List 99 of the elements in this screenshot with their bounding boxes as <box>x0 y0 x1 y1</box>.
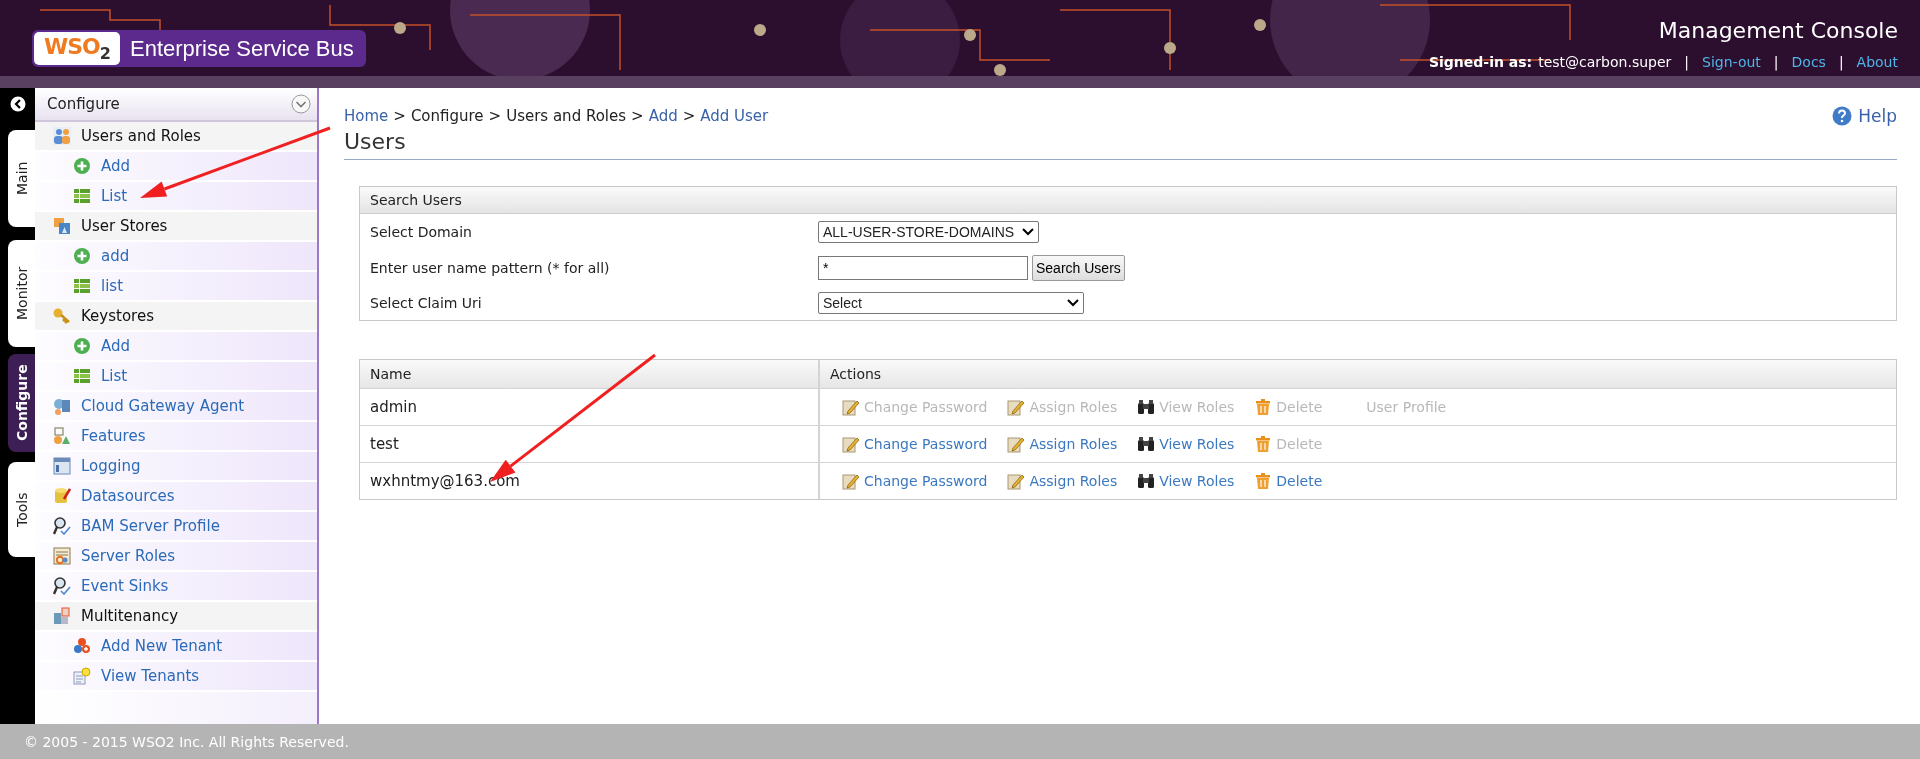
field-label: Enter user name pattern (* for all) <box>370 260 611 276</box>
column-header: Actions <box>829 365 883 384</box>
link-separator: | <box>1773 54 1779 70</box>
breadcrumb-link[interactable]: Add <box>648 107 678 125</box>
panel-title: Search Users <box>360 187 1896 214</box>
menu-item[interactable]: Event Sinks <box>35 572 317 602</box>
magnifier-icon <box>53 577 71 595</box>
menu-item[interactable]: View Tenants <box>35 662 317 692</box>
breadcrumb-separator: > <box>488 107 502 125</box>
header-link[interactable]: About <box>1856 54 1898 70</box>
help-icon <box>1832 106 1853 126</box>
breadcrumb-separator: > <box>393 107 406 125</box>
list-icon <box>73 187 91 205</box>
list-icon <box>73 367 91 385</box>
menu-heading: Keystores <box>35 302 317 332</box>
pencil-icon <box>842 435 860 453</box>
pencil-icon <box>1007 472 1026 490</box>
pencil-icon <box>842 398 860 416</box>
menu-item[interactable]: List <box>35 362 317 392</box>
document-icon <box>73 667 91 685</box>
menu-item[interactable]: list <box>35 272 317 302</box>
shapes-icon <box>53 427 71 445</box>
search-button[interactable]: Search Users <box>1032 255 1125 281</box>
plus-icon <box>73 157 91 175</box>
collapse-icon <box>10 96 26 112</box>
menu-item[interactable]: Server Roles <box>35 542 317 572</box>
menu-item[interactable]: Cloud Gateway Agent <box>35 392 317 422</box>
menu-title: Configure <box>47 95 120 113</box>
database-icon <box>53 217 71 235</box>
pencil-icon <box>1007 398 1026 416</box>
breadcrumb-link[interactable]: Home <box>344 107 389 125</box>
action-link[interactable]: Assign Roles <box>1029 473 1118 489</box>
trash-icon <box>1254 472 1273 490</box>
action-link[interactable]: Change Password <box>864 436 988 452</box>
header-link[interactable]: Docs <box>1791 54 1826 70</box>
menu-item[interactable]: Add New Tenant <box>35 632 317 662</box>
side-tab[interactable]: Main <box>8 130 35 227</box>
cloud-icon <box>53 397 71 415</box>
action-link[interactable]: View Roles <box>1159 436 1235 452</box>
menu-item[interactable]: Datasources <box>35 482 317 512</box>
menu-item[interactable]: BAM Server Profile <box>35 512 317 542</box>
menu-heading: Multitenancy <box>35 602 317 632</box>
signed-in-label: Signed-in as: <box>1428 54 1533 70</box>
side-tab[interactable]: Tools <box>8 462 35 557</box>
breadcrumb-separator: > <box>682 107 696 125</box>
trash-icon <box>1254 435 1273 453</box>
dropdown[interactable]: ALL-USER-STORE-DOMAINS <box>818 221 1040 243</box>
trash-icon <box>1254 398 1273 416</box>
field-label: Select Domain <box>370 224 473 240</box>
breadcrumb-separator: > <box>631 107 644 125</box>
table-cell: admin <box>360 389 820 425</box>
caret-icon <box>1067 299 1079 307</box>
window-icon <box>53 457 71 475</box>
product-name: Enterprise Service Bus <box>129 35 354 62</box>
binoculars-icon <box>1137 398 1156 416</box>
action-link[interactable]: Delete <box>1276 473 1323 489</box>
side-tab[interactable]: Configure <box>8 354 35 452</box>
dropdown[interactable]: Select <box>818 292 1084 314</box>
chevron-down-icon <box>291 94 311 114</box>
menu-item[interactable]: Add <box>35 332 317 362</box>
input-field[interactable]: * <box>818 256 1028 280</box>
link-separator: | <box>1838 54 1844 70</box>
help-link[interactable]: Help <box>1832 106 1897 126</box>
binoculars-icon <box>1137 472 1156 490</box>
link-separator: | <box>1684 54 1690 70</box>
binoculars-icon <box>1137 435 1156 453</box>
header-link[interactable]: Sign-out <box>1702 54 1761 70</box>
breadcrumb-link[interactable]: Add User <box>700 107 769 125</box>
menu-item[interactable]: List <box>35 182 317 212</box>
menu-item[interactable]: Logging <box>35 452 317 482</box>
magnifier-icon <box>53 517 71 535</box>
key-icon <box>53 307 71 325</box>
breadcrumb-text: Users and Roles <box>506 107 627 125</box>
signed-in-user: test@carbon.super <box>1538 54 1672 70</box>
side-tab[interactable]: Monitor <box>8 240 35 347</box>
column-header: Name <box>360 360 820 388</box>
action-link[interactable]: Assign Roles <box>1029 436 1118 452</box>
menu-heading: Users and Roles <box>35 122 317 152</box>
copyright-text: © 2005 - 2015 WSO2 Inc. All Rights Reserved. <box>24 733 349 750</box>
menu-item[interactable]: Add <box>35 152 317 182</box>
menu-item[interactable]: Features <box>35 422 317 452</box>
caret-icon <box>1022 228 1035 236</box>
database-icon <box>53 487 71 505</box>
menu-heading: User Stores <box>35 212 317 242</box>
console-title: Management Console <box>1657 18 1898 43</box>
action-link[interactable]: View Roles <box>1159 473 1235 489</box>
breadcrumb-text: Configure <box>410 107 484 125</box>
action-link[interactable]: Change Password <box>864 473 988 489</box>
field-label: Select Claim Uri <box>370 295 483 311</box>
plus-icon <box>73 337 91 355</box>
page-title: Users <box>344 129 1897 160</box>
menu-item[interactable]: add <box>35 242 317 272</box>
users-icon <box>53 127 71 145</box>
logo: WSO$_{2}$ <box>34 32 120 66</box>
pencil-icon <box>1007 435 1026 453</box>
list-icon <box>73 277 91 295</box>
pencil-icon <box>842 472 860 490</box>
blocks-icon <box>53 607 71 625</box>
plus-icon <box>73 247 91 265</box>
